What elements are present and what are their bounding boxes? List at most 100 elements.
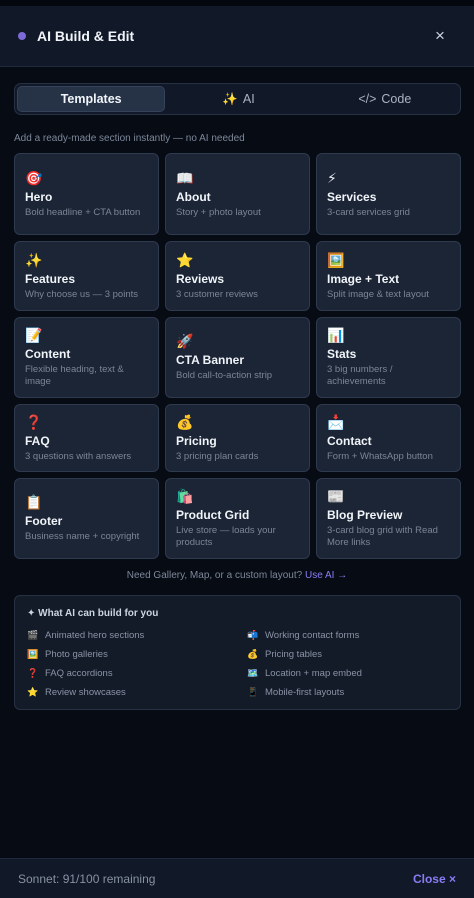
list-item-label: Working contact forms: [265, 629, 360, 641]
template-name: FAQ: [25, 433, 50, 448]
template-desc: Story + photo layout: [176, 206, 261, 218]
shopping-bags-icon: 🛍️: [176, 488, 194, 504]
template-card-reviews[interactable]: ⭐ Reviews 3 customer reviews: [165, 241, 310, 311]
star-icon: ⭐: [176, 251, 194, 268]
template-name: Services: [327, 189, 377, 204]
panel-footer: Sonnet: 91/100 remaining Close ×: [0, 858, 474, 898]
template-desc: 3-card blog grid with Read More links: [327, 525, 438, 548]
template-card-image-text[interactable]: 🖼️ Image + Text Split image & text layou…: [316, 241, 461, 311]
map-icon: 🗺️: [247, 667, 259, 678]
sparkles-icon: ✨: [25, 251, 43, 268]
money-bag-icon: 💰: [247, 648, 259, 659]
list-item: 💰 Pricing tables: [247, 648, 447, 660]
mode-tabs: Templates ✨ AI </> Code: [14, 83, 461, 115]
template-desc: Form + WhatsApp button: [327, 450, 433, 462]
gallery-note-text: Need Gallery, Map, or a custom layout?: [126, 570, 303, 581]
template-name: Content: [25, 347, 71, 361]
template-card-services[interactable]: ⚡ Services 3-card services grid: [316, 153, 461, 235]
template-name: Features: [25, 271, 76, 286]
list-item: 📱 Mobile-first layouts: [247, 686, 447, 698]
template-name: Reviews: [176, 271, 225, 286]
template-desc: Split image & text layout: [327, 288, 429, 300]
tab-templates-label: Templates: [60, 92, 122, 106]
tab-code[interactable]: </> Code: [312, 86, 458, 112]
clapper-icon: 🎬: [27, 629, 39, 640]
close-button[interactable]: Close ×: [413, 872, 456, 886]
mobile-phone-icon: 📱: [247, 686, 259, 697]
gallery-note: Need Gallery, Map, or a custom layout? U…: [0, 570, 474, 581]
template-card-hero[interactable]: 🎯 Hero Bold headline + CTA button: [14, 153, 159, 235]
template-desc: Bold headline + CTA button: [25, 206, 141, 218]
list-item: ⭐ Review showcases: [27, 686, 247, 698]
quota-status: Sonnet: 91/100 remaining: [18, 871, 156, 886]
template-desc: 3 pricing plan cards: [176, 450, 259, 462]
template-card-blog-preview[interactable]: 📰 Blog Preview 3-card blog grid with Rea…: [316, 478, 461, 559]
panel-title: AI Build & Edit: [37, 28, 135, 44]
tab-ai[interactable]: ✨ AI: [165, 86, 311, 112]
template-desc: 3 questions with answers: [25, 450, 132, 462]
template-desc: 3 big numbers / achievements: [327, 364, 393, 387]
template-grid: 🎯 Hero Bold headline + CTA button 📖 Abou…: [14, 153, 461, 559]
template-desc: Flexible heading, text & image: [25, 364, 124, 387]
clipboard-icon: 📋: [25, 494, 43, 510]
picture-icon: 🖼️: [27, 648, 39, 659]
list-item: ❓ FAQ accordions: [27, 667, 247, 679]
question-icon: ❓: [27, 667, 39, 678]
list-item-label: Animated hero sections: [45, 629, 145, 641]
bar-chart-icon: 📊: [327, 327, 345, 343]
use-ai-link[interactable]: Use AI →: [305, 570, 347, 581]
list-item: 🎬 Animated hero sections: [27, 629, 247, 641]
sparkle-icon: ✨: [222, 91, 238, 106]
list-item-label: Photo galleries: [45, 648, 108, 660]
envelope-icon: 📩: [327, 413, 345, 430]
template-name: Hero: [25, 189, 53, 204]
template-card-product-grid[interactable]: 🛍️ Product Grid Live store — loads your …: [165, 478, 310, 559]
target-icon: 🎯: [25, 169, 43, 186]
template-card-pricing[interactable]: 💰 Pricing 3 pricing plan cards: [165, 404, 310, 472]
tab-code-label: Code: [381, 92, 412, 106]
tab-templates[interactable]: Templates: [17, 86, 166, 112]
mailbox-icon: 📬: [247, 629, 259, 640]
close-icon[interactable]: ×: [430, 26, 450, 46]
template-desc: 3 customer reviews: [176, 288, 258, 300]
template-name: Blog Preview: [327, 508, 403, 522]
template-name: Pricing: [176, 433, 217, 448]
money-bag-icon: 💰: [176, 413, 194, 430]
template-card-content[interactable]: 📝 Content Flexible heading, text & image: [14, 317, 159, 398]
newspaper-icon: 📰: [327, 488, 345, 504]
template-card-stats[interactable]: 📊 Stats 3 big numbers / achievements: [316, 317, 461, 398]
list-item: 🖼️ Photo galleries: [27, 648, 247, 660]
template-card-faq[interactable]: ❓ FAQ 3 questions with answers: [14, 404, 159, 472]
template-card-contact[interactable]: 📩 Contact Form + WhatsApp button: [316, 404, 461, 472]
memo-icon: 📝: [25, 327, 43, 343]
list-item-label: Review showcases: [45, 686, 126, 698]
template-name: Image + Text: [327, 271, 400, 286]
templates-hint: Add a ready-made section instantly — no …: [14, 133, 245, 144]
template-name: Product Grid: [176, 508, 250, 522]
rocket-icon: 🚀: [176, 333, 194, 349]
template-desc: Bold call-to-action strip: [176, 370, 273, 381]
template-desc: Business name + copyright: [25, 531, 140, 542]
template-card-about[interactable]: 📖 About Story + photo layout: [165, 153, 310, 235]
tab-ai-label: AI: [242, 92, 255, 106]
template-name: About: [176, 189, 211, 204]
template-name: Contact: [327, 433, 372, 448]
question-icon: ❓: [25, 413, 43, 430]
list-item-label: Mobile-first layouts: [265, 686, 345, 698]
template-card-footer[interactable]: 📋 Footer Business name + copyright: [14, 478, 159, 559]
template-card-features[interactable]: ✨ Features Why choose us — 3 points: [14, 241, 159, 311]
lightning-icon: ⚡: [327, 169, 337, 186]
list-item: 📬 Working contact forms: [247, 629, 447, 641]
template-name: Footer: [25, 514, 63, 528]
list-item: 🗺️ Location + map embed: [247, 667, 447, 679]
template-desc: Why choose us — 3 points: [25, 288, 138, 300]
book-icon: 📖: [176, 169, 194, 186]
template-card-cta-banner[interactable]: 🚀 CTA Banner Bold call-to-action strip: [165, 317, 310, 398]
status-dot-icon: [18, 32, 26, 40]
picture-icon: 🖼️: [327, 251, 345, 268]
list-item-label: Location + map embed: [265, 667, 362, 679]
list-item-label: FAQ accordions: [45, 667, 113, 679]
template-desc: Live store — loads your products: [176, 525, 276, 548]
template-name: CTA Banner: [176, 353, 245, 367]
ai-capabilities-list: 🎬 Animated hero sections 📬 Working conta…: [27, 629, 448, 698]
